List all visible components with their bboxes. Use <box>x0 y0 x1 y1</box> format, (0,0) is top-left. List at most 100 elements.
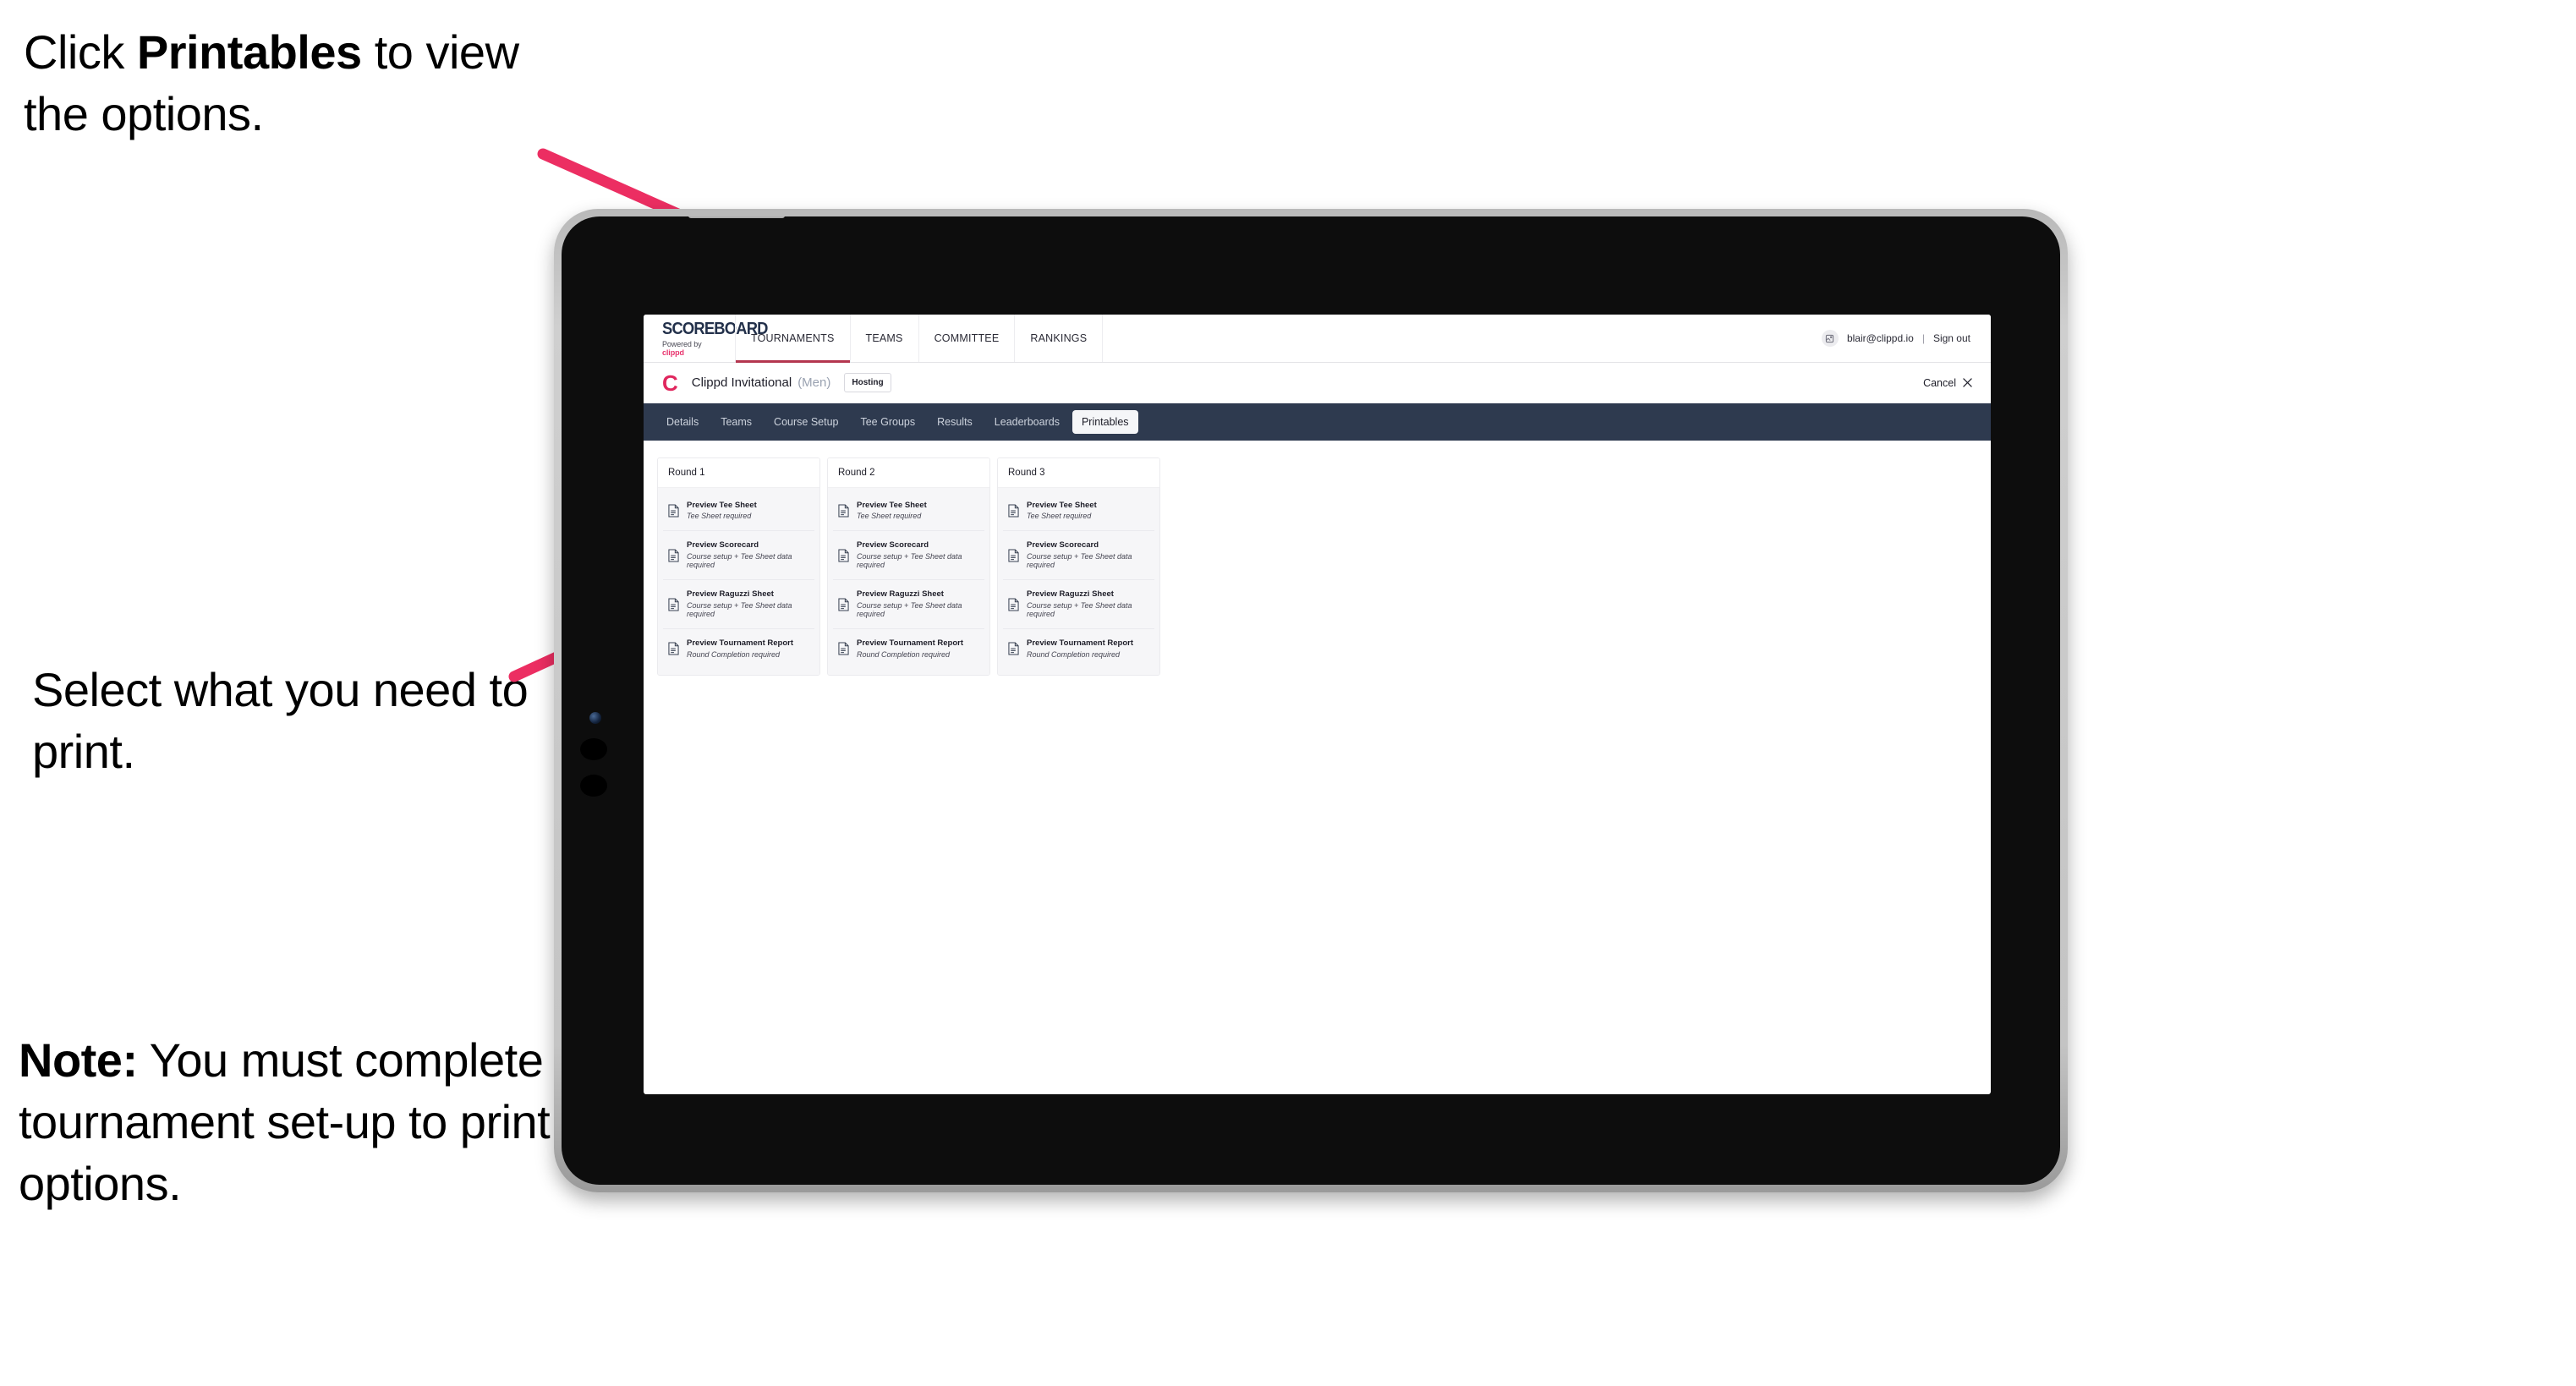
document-icon <box>668 504 679 518</box>
printable-subtitle: Round Completion required <box>687 649 781 659</box>
document-icon <box>1008 598 1019 611</box>
document-icon <box>1008 642 1019 655</box>
user-email-label: blair@clippd.io <box>1846 332 1914 344</box>
printable-title: Preview Raguzzi Sheet <box>687 589 774 600</box>
printable-subtitle: Course setup + Tee Sheet data required <box>1027 551 1132 570</box>
callout-click-pre: Click <box>24 25 137 79</box>
printable-title: Preview Scorecard <box>857 540 929 551</box>
printable-title: Preview Tee Sheet <box>857 501 927 510</box>
nav-item-rankings[interactable]: RANKINGS <box>1015 315 1104 362</box>
printable-item-scorecard[interactable]: Preview Scorecard Course setup + Tee She… <box>1003 531 1154 581</box>
printable-item-tournament-report[interactable]: Preview Tournament Report Round Completi… <box>833 629 984 668</box>
tournament-header: C Clippd Invitational (Men) Hosting Canc… <box>644 363 1991 403</box>
clippd-c-logo-icon: C <box>662 370 678 396</box>
user-separator: | <box>1921 332 1925 344</box>
document-icon <box>838 598 849 611</box>
round-1-heading: Round 1 <box>658 458 819 488</box>
sign-out-link[interactable]: Sign out <box>1933 332 1970 344</box>
round-column-1: Round 1 Preview Tee Sheet Tee Sheet requ… <box>657 457 820 677</box>
printable-subtitle: Tee Sheet required <box>857 512 922 521</box>
powered-by-text: Powered by <box>662 339 702 348</box>
printable-title: Preview Raguzzi Sheet <box>857 589 944 600</box>
tournament-gender: (Men) <box>797 375 831 390</box>
printable-title: Preview Tournament Report <box>857 638 963 649</box>
printable-item-raguzzi-sheet[interactable]: Preview Raguzzi Sheet Course setup + Tee… <box>663 580 814 630</box>
user-area: blair@clippd.io | Sign out <box>1821 315 1991 362</box>
tab-results[interactable]: Results <box>928 410 982 434</box>
printable-item-tee-sheet[interactable]: Preview Tee Sheet Tee Sheet required <box>1003 491 1154 532</box>
round-1-items: Preview Tee Sheet Tee Sheet required Pre… <box>658 488 819 676</box>
printable-subtitle: Course setup + Tee Sheet data required <box>857 600 962 619</box>
printable-title: Preview Tournament Report <box>1027 638 1133 649</box>
callout-click-bold: Printables <box>136 25 362 79</box>
round-3-heading: Round 3 <box>998 458 1159 488</box>
device-camera-icon <box>589 712 601 724</box>
app-screen: SCOREBOARD Powered by clippd TOURNAMENTS… <box>644 315 1991 1094</box>
tab-teams[interactable]: Teams <box>711 410 761 434</box>
tab-course-setup[interactable]: Course Setup <box>765 410 847 434</box>
tab-printables[interactable]: Printables <box>1072 410 1138 434</box>
tablet-device-frame: SCOREBOARD Powered by clippd TOURNAMENTS… <box>554 209 2068 1192</box>
printable-item-tournament-report[interactable]: Preview Tournament Report Round Completi… <box>1003 629 1154 668</box>
document-icon <box>668 549 679 562</box>
tab-details[interactable]: Details <box>657 410 708 434</box>
clippd-brand-text: clippd <box>662 348 684 357</box>
nav-item-tournaments[interactable]: TOURNAMENTS <box>735 315 851 363</box>
close-icon <box>1963 378 1972 387</box>
round-3-items: Preview Tee Sheet Tee Sheet required Pre… <box>998 488 1159 676</box>
printable-item-raguzzi-sheet[interactable]: Preview Raguzzi Sheet Course setup + Tee… <box>1003 580 1154 630</box>
printable-item-scorecard[interactable]: Preview Scorecard Course setup + Tee She… <box>833 531 984 581</box>
top-navigation-bar: SCOREBOARD Powered by clippd TOURNAMENTS… <box>644 315 1991 363</box>
printable-title: Preview Scorecard <box>687 540 759 551</box>
printable-title: Preview Scorecard <box>1027 540 1099 551</box>
document-icon <box>668 598 679 611</box>
printable-item-raguzzi-sheet[interactable]: Preview Raguzzi Sheet Course setup + Tee… <box>833 580 984 630</box>
callout-click-printables: Click Printables to view the options. <box>24 22 565 145</box>
round-column-2: Round 2 Preview Tee Sheet Tee Sheet requ… <box>827 457 990 677</box>
printable-subtitle: Round Completion required <box>857 649 951 659</box>
round-column-3: Round 3 Preview Tee Sheet Tee Sheet requ… <box>997 457 1160 677</box>
printable-item-tournament-report[interactable]: Preview Tournament Report Round Completi… <box>663 629 814 668</box>
callout-select-print: Select what you need to print. <box>32 663 529 778</box>
tournament-sub-tabs: Details Teams Course Setup Tee Groups Re… <box>644 403 1991 441</box>
nav-item-committee[interactable]: COMMITTEE <box>919 315 1016 362</box>
printable-subtitle: Tee Sheet required <box>687 512 752 521</box>
printable-title: Preview Tee Sheet <box>687 501 757 510</box>
device-power-button[interactable] <box>688 216 785 218</box>
document-icon <box>668 642 679 655</box>
printable-item-tee-sheet[interactable]: Preview Tee Sheet Tee Sheet required <box>663 491 814 532</box>
printable-subtitle: Course setup + Tee Sheet data required <box>687 600 792 619</box>
printable-subtitle: Course setup + Tee Sheet data required <box>687 551 792 570</box>
cancel-button[interactable]: Cancel <box>1923 377 1972 389</box>
scoreboard-logo[interactable]: SCOREBOARD Powered by clippd <box>644 315 768 362</box>
document-icon <box>838 642 849 655</box>
nav-item-teams[interactable]: TEAMS <box>851 315 919 362</box>
device-bezel-button-2[interactable] <box>580 775 607 797</box>
document-icon <box>1008 504 1019 518</box>
brand-subtitle: Powered by clippd <box>662 340 725 357</box>
printable-subtitle: Course setup + Tee Sheet data required <box>1027 600 1132 619</box>
document-icon <box>838 549 849 562</box>
tab-leaderboards[interactable]: Leaderboards <box>985 410 1069 434</box>
tournament-name: Clippd Invitational <box>691 375 792 390</box>
round-2-heading: Round 2 <box>828 458 989 488</box>
printable-title: Preview Tournament Report <box>687 638 793 649</box>
printable-title: Preview Tee Sheet <box>1027 501 1097 510</box>
status-badge: Hosting <box>844 373 891 392</box>
brand-title: SCOREBOARD <box>662 319 768 338</box>
tablet-bezel: SCOREBOARD Powered by clippd TOURNAMENTS… <box>562 216 2060 1185</box>
printables-content: Round 1 Preview Tee Sheet Tee Sheet requ… <box>644 441 1991 693</box>
device-bezel-button-1[interactable] <box>580 738 607 760</box>
callout-note-bold: Note: <box>19 1033 138 1087</box>
document-icon <box>838 504 849 518</box>
tab-tee-groups[interactable]: Tee Groups <box>851 410 924 434</box>
printable-subtitle: Tee Sheet required <box>1027 512 1092 521</box>
printable-subtitle: Round Completion required <box>1027 649 1121 659</box>
screenshot-root: Click Printables to view the options. Se… <box>0 0 2576 1386</box>
document-icon <box>1008 549 1019 562</box>
printable-item-tee-sheet[interactable]: Preview Tee Sheet Tee Sheet required <box>833 491 984 532</box>
printable-item-scorecard[interactable]: Preview Scorecard Course setup + Tee She… <box>663 531 814 581</box>
round-2-items: Preview Tee Sheet Tee Sheet required Pre… <box>828 488 989 676</box>
user-avatar-icon[interactable] <box>1821 330 1839 347</box>
printable-subtitle: Course setup + Tee Sheet data required <box>857 551 962 570</box>
